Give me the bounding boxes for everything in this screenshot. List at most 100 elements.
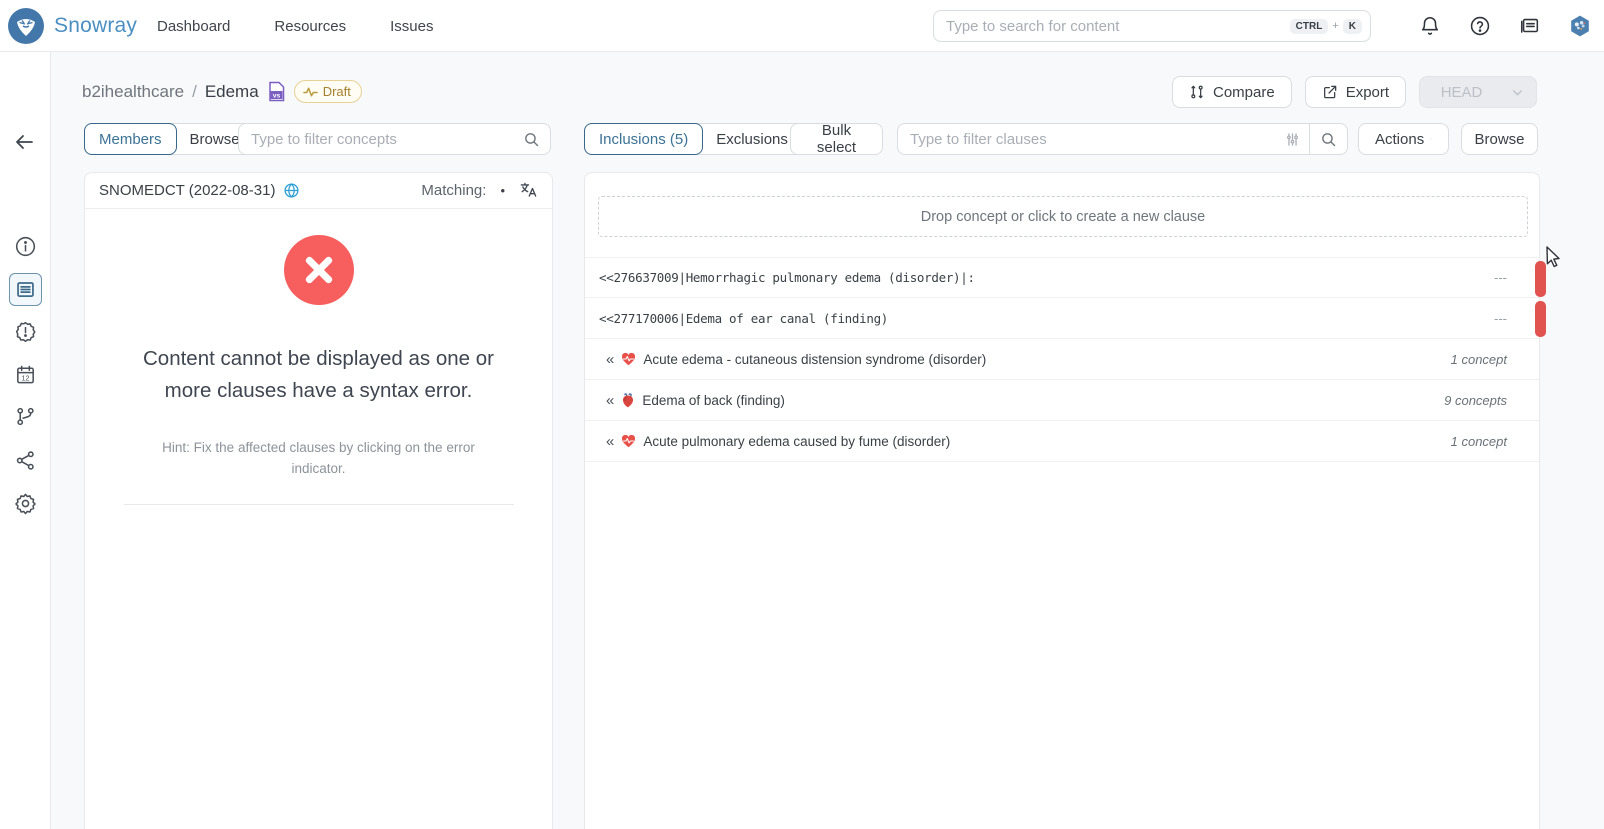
members-panel-header: SNOMEDCT (2022-08-31) Matching: • [85,173,552,209]
clause-filter-search-icon[interactable] [1309,124,1347,154]
rail-settings-gear-icon[interactable] [9,487,42,520]
matching-indicator: • [500,183,505,198]
activity-pulse-icon [302,87,318,96]
chevron-down-icon [1513,89,1523,96]
breadcrumb-org[interactable]: b2ihealthcare [82,82,184,102]
version-select[interactable]: HEAD [1419,76,1538,108]
clause-concept-count: 1 concept [1450,433,1507,449]
help-icon[interactable] [1468,14,1492,38]
new-clause-dropzone[interactable]: Drop concept or click to create a new cl… [598,196,1528,237]
version-select-label: HEAD [1440,83,1483,101]
clause-row[interactable]: <<277170006|Edema of ear canal (finding)… [585,298,1546,339]
rail-validation-icon[interactable] [9,315,42,348]
concept-filter-search-icon[interactable] [513,124,550,154]
clause-row[interactable]: « Edema of back (finding) 9 concepts [585,380,1539,421]
translate-icon[interactable] [519,181,538,200]
breadcrumb-resource: Edema [204,81,259,101]
nav-resources[interactable]: Resources [274,18,346,35]
rail-share-icon[interactable] [9,444,42,477]
globe-icon[interactable] [283,182,300,199]
descendants-operator: « [606,432,615,450]
rail-branches-icon[interactable] [9,400,42,433]
rail-calendar-icon[interactable]: 12 [9,358,42,391]
export-button-label: Export [1345,83,1390,101]
clause-concept-label: Edema of back (finding) [642,392,785,408]
back-arrow-icon[interactable] [12,130,36,154]
svg-text:12: 12 [22,374,30,382]
export-button[interactable]: Export [1304,76,1407,108]
kbd-ctrl: CTRL [1289,18,1329,34]
rail-content-icon[interactable] [9,273,42,306]
search-shortcut: CTRL + K [1289,18,1362,34]
tab-members[interactable]: Members [84,123,177,155]
user-avatar[interactable] [1568,14,1592,38]
descendants-operator: « [606,391,615,409]
news-feed-icon[interactable] [1518,14,1542,38]
clause-filter-options-icon[interactable] [1276,124,1309,154]
breadcrumb: b2ihealthcare / Edema vs Draft [82,80,362,103]
nav-dashboard[interactable]: Dashboard [157,18,230,35]
export-icon [1323,85,1337,99]
clause-row[interactable]: « Acute edema - cutaneous distension syn… [585,339,1539,380]
heart-pulse-icon [622,434,636,448]
clause-ecl-expression: <<276637009|Hemorrhagic pulmonary edema … [599,270,975,285]
divider [123,503,514,505]
dropzone-label: Drop concept or click to create a new cl… [920,208,1206,225]
inclusions-panel: Drop concept or click to create a new cl… [584,172,1546,829]
compare-button[interactable]: Compare [1172,76,1292,108]
global-search-input[interactable] [946,17,1290,35]
nav-issues[interactable]: Issues [390,18,433,35]
error-title: Content cannot be displayed as one or mo… [142,347,495,402]
bulk-select-label: Bulk select [816,122,857,156]
clause-concept-label: Acute edema - cutaneous distension syndr… [643,351,987,367]
svg-text:vs: vs [272,92,280,99]
anatomical-heart-icon [623,392,634,407]
bulk-select-button[interactable]: Bulk select [790,122,883,156]
members-browse-tabs: Members Browse [84,123,255,155]
brand-logo[interactable]: Snowray [8,8,137,44]
clause-concept-count: 9 concepts [1444,392,1507,408]
primary-nav: Dashboard Resources Issues [157,0,433,52]
mouse-cursor [1543,245,1565,269]
clause-meta: --- [1494,310,1507,326]
browse-button-label: Browse [1474,130,1525,148]
clause-row[interactable]: « Acute pulmonary edema caused by fume (… [585,421,1539,462]
compare-button-label: Compare [1213,83,1275,101]
rail-info-icon[interactable] [9,230,42,263]
clause-row[interactable]: <<276637009|Hemorrhagic pulmonary edema … [585,257,1546,298]
top-navbar: Snowray Dashboard Resources Issues CTRL … [0,0,1604,52]
actions-dropdown[interactable]: Actions [1358,123,1449,155]
left-rail: 12 [0,52,51,829]
heart-pulse-icon [622,352,636,366]
concept-filter-input[interactable] [239,130,513,148]
status-badge: Draft [293,80,362,103]
chevron-down-icon [1430,138,1432,140]
actions-label: Actions [1375,130,1425,148]
clause-list: <<276637009|Hemorrhagic pulmonary edema … [585,257,1546,462]
clause-ecl-expression: <<277170006|Edema of ear canal (finding) [599,310,889,326]
notifications-bell-icon[interactable] [1418,14,1442,38]
syntax-error-message: Content cannot be displayed as one or mo… [85,235,552,505]
codesystem-title: SNOMEDCT (2022-08-31) [99,182,276,199]
valueset-type-icon: vs [267,81,286,102]
tab-inclusions[interactable]: Inclusions (5) [584,123,704,155]
matching-label: Matching: [421,182,487,199]
snowray-logo-icon [8,8,44,44]
clause-concept-label: Acute pulmonary edema caused by fume (di… [643,433,951,449]
breadcrumb-separator: / [192,81,197,101]
concept-filter[interactable] [238,123,551,155]
error-indicator[interactable] [1535,301,1546,337]
clause-filter[interactable] [897,123,1348,155]
kbd-k: K [1342,18,1362,34]
clause-filter-input[interactable] [898,130,1276,148]
clause-meta: --- [1494,270,1507,285]
error-hint: Hint: Fix the affected clauses by clicki… [162,439,475,477]
members-panel: SNOMEDCT (2022-08-31) Matching: • Conten… [84,172,553,829]
global-search[interactable]: CTRL + K [933,10,1371,42]
descendants-operator: « [606,350,615,368]
browse-button[interactable]: Browse [1461,123,1538,155]
error-indicator[interactable] [1535,261,1546,297]
clause-concept-count: 1 concept [1450,351,1507,367]
compare-icon [1191,85,1203,99]
error-x-icon [283,235,354,305]
